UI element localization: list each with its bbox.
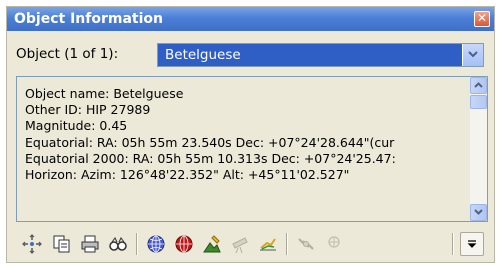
scroll-up-button[interactable] — [470, 77, 487, 94]
chevron-more-icon — [467, 240, 477, 248]
toolbar-separator — [452, 233, 454, 255]
object-select-value: Betelguese — [165, 47, 241, 63]
copy-button[interactable] — [50, 232, 74, 256]
chart-button[interactable] — [256, 232, 280, 256]
globe-red-button[interactable] — [172, 232, 196, 256]
object-info-panel[interactable]: Object name: Betelguese Other ID: HIP 27… — [16, 76, 488, 222]
info-line-equatorial-2000: Equatorial 2000: RA: 05h 55m 10.313s Dec… — [25, 150, 396, 166]
binoculars-button[interactable] — [106, 232, 130, 256]
copy-icon — [53, 235, 70, 253]
satellite-button-disabled[interactable] — [294, 232, 318, 256]
scroll-down-button[interactable] — [470, 204, 487, 221]
info-line-magnitude: Magnitude: 0.45 — [25, 118, 128, 134]
center-icon — [22, 234, 42, 254]
object-label: Object (1 of 1): — [16, 46, 119, 62]
toolbar-separator — [286, 233, 288, 255]
chevron-down-icon — [474, 209, 483, 215]
close-button[interactable]: ✕ — [474, 11, 490, 27]
info-line-equatorial: Equatorial: RA: 05h 55m 23.540s Dec: +07… — [25, 134, 395, 150]
globe-red-icon — [175, 235, 193, 253]
toolbar — [16, 229, 488, 259]
satellite-disabled-icon — [298, 238, 314, 250]
object-info-text: Object name: Betelguese Other ID: HIP 27… — [25, 86, 465, 183]
object-information-window: Object Information ✕ Object (1 of 1): Be… — [6, 6, 495, 263]
scroll-thumb[interactable] — [470, 95, 487, 109]
target-button-disabled[interactable] — [322, 232, 346, 256]
toolbar-separator — [136, 233, 138, 255]
print-button[interactable] — [78, 232, 102, 256]
telescope-disabled-icon — [232, 237, 248, 254]
chart-icon — [260, 238, 276, 251]
globe-blue-button[interactable] — [144, 232, 168, 256]
close-icon: ✕ — [476, 11, 488, 25]
object-select[interactable]: Betelguese — [157, 43, 484, 67]
object-select-dropdown-button[interactable] — [462, 44, 483, 66]
window-title: Object Information — [14, 11, 163, 27]
image-icon — [203, 235, 221, 253]
globe-blue-icon — [147, 235, 165, 253]
print-icon — [81, 235, 99, 253]
image-button[interactable] — [200, 232, 224, 256]
info-line-other-id: Other ID: HIP 27989 — [25, 102, 151, 118]
target-disabled-icon — [328, 236, 340, 248]
center-button[interactable] — [20, 232, 44, 256]
title-bar[interactable]: Object Information ✕ — [7, 7, 494, 31]
toolbar-more-button[interactable] — [460, 232, 484, 256]
telescope-button-disabled[interactable] — [228, 232, 252, 256]
info-line-horizon: Horizon: Azim: 126°48'22.352" Alt: +45°1… — [25, 167, 350, 183]
chevron-down-icon — [468, 51, 478, 58]
vertical-scrollbar[interactable] — [470, 77, 487, 221]
info-line-name: Object name: Betelguese — [25, 86, 184, 101]
chevron-up-icon — [474, 82, 483, 88]
binoculars-icon — [109, 237, 127, 251]
